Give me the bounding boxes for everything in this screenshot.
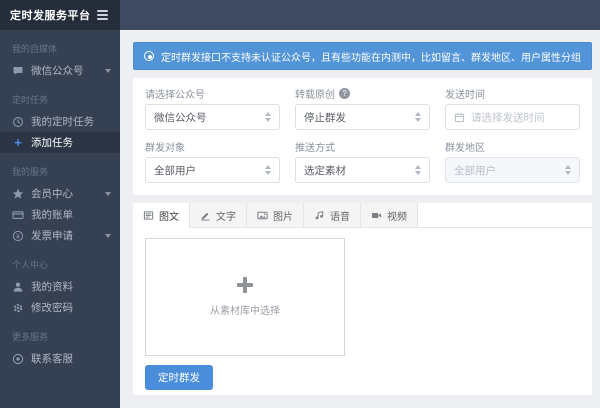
- repost-select[interactable]: 停止群发: [295, 104, 430, 130]
- material-tabs: 图文 文字 图片 语音 视频: [133, 203, 592, 228]
- audience-select[interactable]: 全部用户: [145, 157, 280, 183]
- sidebar-item-my-bills[interactable]: 我的账单: [0, 204, 120, 225]
- sidebar-item-add-task[interactable]: + 添加任务: [0, 132, 120, 153]
- tab-label: 图片: [273, 211, 293, 223]
- sidebar-item-label: 会员中心: [31, 188, 73, 200]
- selected-value: 全部用户: [154, 164, 196, 177]
- date-placeholder: 请选择发送时间: [471, 111, 545, 124]
- material-card: 图文 文字 图片 语音 视频 从素材库中选择 定时群发: [133, 203, 592, 395]
- select-arrows-icon: [265, 112, 271, 122]
- field-label: 推送方式: [295, 142, 335, 154]
- sidebar-section-label: 定时任务: [12, 95, 49, 105]
- star-icon: [12, 188, 24, 200]
- plus-icon: +: [14, 134, 22, 150]
- selected-value: 选定素材: [304, 164, 346, 177]
- app-title: 定时发服务平台: [10, 10, 91, 22]
- tab-audio[interactable]: 语音: [304, 203, 361, 227]
- tab-image[interactable]: 图片: [247, 203, 304, 227]
- sidebar-section-label: 更多服务: [12, 332, 49, 342]
- field-send-time: 发送时间 请选择发送时间: [445, 87, 580, 130]
- tab-label: 语音: [330, 211, 350, 223]
- music-note-icon: [314, 210, 325, 221]
- plus-icon: [237, 277, 253, 293]
- customer-service-icon: [12, 353, 24, 365]
- field-region: 群发地区 全部用户: [445, 140, 580, 183]
- sidebar-item-my-profile[interactable]: 我的资料: [0, 276, 120, 297]
- submit-button[interactable]: 定时群发: [145, 365, 213, 390]
- sidebar-section-label: 个人中心: [12, 260, 49, 270]
- selected-value: 微信公众号: [154, 111, 207, 124]
- tab-label: 图文: [159, 211, 179, 223]
- sidebar-item-label: 我的账单: [31, 209, 73, 221]
- tab-label: 视频: [387, 211, 407, 223]
- select-arrows-icon: [415, 165, 421, 175]
- video-camera-icon: [371, 210, 382, 221]
- field-label: 群发地区: [445, 142, 485, 154]
- select-arrows-icon: [265, 165, 271, 175]
- sidebar-item-contact-support[interactable]: 联系客服: [0, 348, 120, 369]
- chevron-down-icon: [105, 68, 111, 73]
- send-time-input[interactable]: 请选择发送时间: [445, 104, 580, 130]
- field-label: 发送时间: [445, 89, 485, 101]
- field-select-account: 请选择公众号 微信公众号: [145, 87, 280, 130]
- invoice-yen-icon: ¥: [12, 230, 24, 242]
- hamburger-menu-icon[interactable]: [95, 8, 110, 22]
- edit-pencil-icon: [200, 210, 211, 221]
- main-content: 定时群发接口不支持未认证公众号，且有些功能在内测中，比如留言、群发地区、用户属性…: [120, 30, 600, 408]
- field-push-method: 推送方式 选定素材: [295, 140, 430, 183]
- selected-value: 全部用户: [454, 164, 496, 177]
- sidebar: 我的自媒体 微信公众号 定时任务 我的定时任务 + 添加任务 我的服务 会员中心…: [0, 30, 120, 408]
- brand-block: 定时发服务平台: [0, 0, 120, 30]
- notice-banner: 定时群发接口不支持未认证公众号，且有些功能在内测中，比如留言、群发地区、用户属性…: [133, 42, 592, 70]
- user-icon: [12, 281, 24, 293]
- notice-text: 定时群发接口不支持未认证公众号，且有些功能在内测中，比如留言、群发地区、用户属性…: [161, 52, 581, 64]
- article-icon: [143, 210, 154, 221]
- calendar-icon: [454, 112, 465, 123]
- tab-label: 文字: [216, 211, 236, 223]
- sidebar-item-invoice-request[interactable]: ¥ 发票申请: [0, 225, 120, 246]
- account-select[interactable]: 微信公众号: [145, 104, 280, 130]
- info-icon: [144, 51, 154, 61]
- region-select-disabled: 全部用户: [445, 157, 580, 183]
- sidebar-item-change-password[interactable]: 修改密码: [0, 297, 120, 318]
- tab-article[interactable]: 图文: [133, 203, 190, 228]
- help-icon[interactable]: ?: [339, 87, 350, 99]
- field-label: 请选择公众号: [145, 89, 205, 101]
- bill-card-icon: [12, 209, 24, 221]
- top-bar: 定时发服务平台: [0, 0, 600, 30]
- svg-text:¥: ¥: [16, 233, 20, 240]
- sidebar-item-label: 添加任务: [31, 137, 73, 149]
- sidebar-item-label: 我的资料: [31, 281, 73, 293]
- clock-icon: [12, 116, 24, 128]
- chevron-down-icon: [105, 191, 111, 196]
- material-picker-label: 从素材库中选择: [210, 306, 280, 317]
- select-arrows-icon: [565, 165, 571, 175]
- sidebar-item-my-scheduled-tasks[interactable]: 我的定时任务: [0, 111, 120, 132]
- sidebar-item-label: 我的定时任务: [31, 116, 94, 128]
- field-label: 群发对象: [145, 142, 185, 154]
- sidebar-section-label: 我的服务: [12, 167, 49, 177]
- sidebar-item-member-center[interactable]: 会员中心: [0, 183, 120, 204]
- select-arrows-icon: [415, 112, 421, 122]
- sidebar-item-label: 发票申请: [31, 230, 73, 242]
- sidebar-section-label: 我的自媒体: [12, 44, 58, 54]
- sidebar-item-wechat-account[interactable]: 微信公众号: [0, 60, 120, 81]
- field-label: 转载原创: [295, 89, 335, 101]
- sidebar-item-label: 修改密码: [31, 302, 73, 314]
- sidebar-item-label: 联系客服: [31, 353, 73, 365]
- selected-value: 停止群发: [304, 111, 346, 124]
- material-picker[interactable]: 从素材库中选择: [145, 238, 345, 356]
- tab-text[interactable]: 文字: [190, 203, 247, 227]
- push-method-select[interactable]: 选定素材: [295, 157, 430, 183]
- image-icon: [257, 210, 268, 221]
- field-audience: 群发对象 全部用户: [145, 140, 280, 183]
- chat-bubble-icon: [12, 65, 24, 77]
- sidebar-item-label: 微信公众号: [31, 65, 84, 77]
- schedule-form-card: 请选择公众号 微信公众号 转载原创 ? 停止群发 发送时间 请选择发送时间 群发…: [133, 78, 592, 195]
- chevron-down-icon: [105, 233, 111, 238]
- field-repost-original: 转载原创 ? 停止群发: [295, 87, 430, 130]
- gear-icon: [12, 302, 24, 314]
- tab-video[interactable]: 视频: [361, 203, 418, 227]
